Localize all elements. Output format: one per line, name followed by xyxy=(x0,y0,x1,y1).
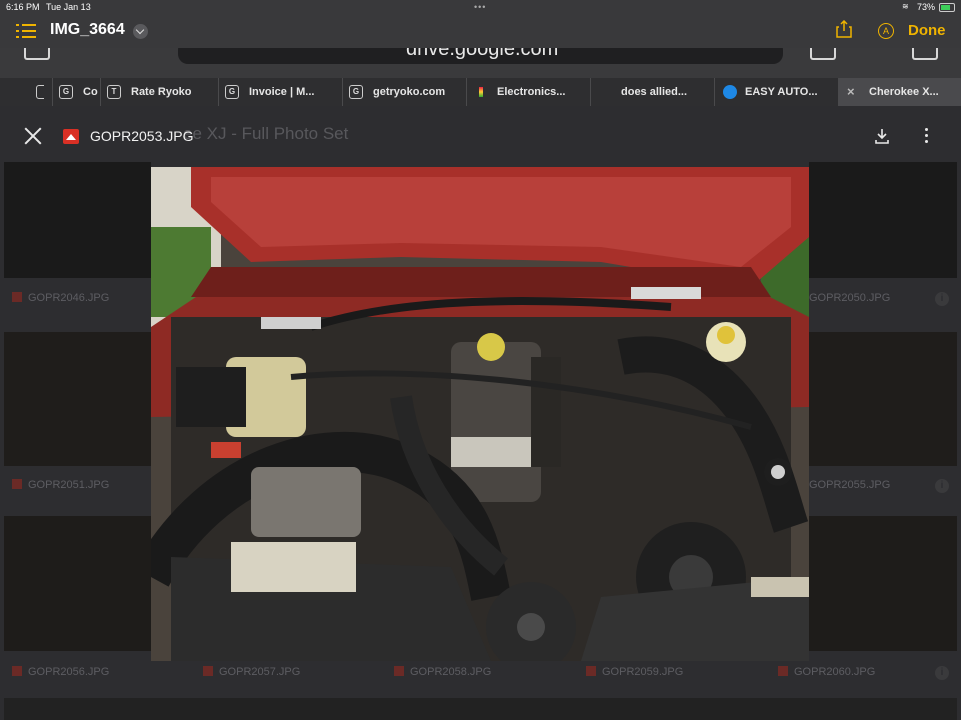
thumbnail[interactable] xyxy=(4,162,151,278)
tab-label: Co xyxy=(83,86,98,98)
thumbnail-caption[interactable]: GOPR2046.JPG xyxy=(12,292,109,304)
viewer-header: GOPR2053.JPG xyxy=(0,106,961,162)
multitask-dots-icon[interactable]: ••• xyxy=(474,2,486,12)
thumbnail[interactable] xyxy=(809,332,957,466)
tab-favicon xyxy=(479,87,483,97)
thumbnail-caption[interactable]: GOPR2060.JPG xyxy=(778,666,875,678)
thumbnail[interactable] xyxy=(809,516,957,651)
status-date: Tue Jan 13 xyxy=(46,2,91,12)
info-icon[interactable]: i xyxy=(935,666,949,680)
thumbnail-caption[interactable]: GOPR2057.JPG xyxy=(203,666,300,678)
thumbnail-caption[interactable]: GOPR2056.JPG xyxy=(12,666,109,678)
tab-overview-icon[interactable] xyxy=(810,48,836,60)
status-time: 6:16 PM xyxy=(6,2,40,12)
battery-icon xyxy=(939,3,955,12)
app-header: IMG_3664 A Done xyxy=(0,14,961,48)
tab-favicon: T xyxy=(107,85,121,99)
tab-item[interactable]: EASY AUTO... xyxy=(714,78,839,106)
tab-label: getryoko.com xyxy=(373,86,446,98)
tab-favicon xyxy=(723,85,737,99)
engine-bay-photo xyxy=(151,167,809,661)
more-vert-icon[interactable] xyxy=(925,128,929,144)
tab-label: does allied... xyxy=(621,86,688,98)
file-name: GOPR2053.JPG xyxy=(90,128,194,144)
tab-item[interactable]: G Invoice | M... xyxy=(218,78,343,106)
browser-toolbar: drive.google.com xyxy=(0,48,961,78)
chevron-down-icon[interactable] xyxy=(133,24,148,39)
new-tab-icon[interactable] xyxy=(912,48,938,60)
photo-viewer: ee XJ - Full Photo Set GOPR2046.JPG GOPR… xyxy=(0,106,961,720)
tab-label: Rate Ryoko xyxy=(131,86,192,98)
status-bar: 6:16 PM Tue Jan 13 ••• ≋ 73% xyxy=(0,0,961,14)
wifi-icon: ≋ xyxy=(902,2,909,11)
tab-label: Electronics... xyxy=(497,86,566,98)
tab-bar: G Co T Rate Ryoko G Invoice | M... Ggetryok… xyxy=(0,78,961,106)
thumbnail-caption[interactable]: GOPR2050.JPG xyxy=(809,292,890,304)
url-text: drive.google.com xyxy=(406,48,559,60)
tab-item[interactable]: G Co xyxy=(52,78,101,106)
tab-label: Cherokee X... xyxy=(869,86,939,98)
thumbnail-caption[interactable]: GOPR2055.JPG xyxy=(809,479,890,491)
thumbnail-caption[interactable]: GOPR2059.JPG xyxy=(586,666,683,678)
thumbnail-caption[interactable]: GOPR2051.JPG xyxy=(12,479,109,491)
thumbnail-caption[interactable]: GOPR2058.JPG xyxy=(394,666,491,678)
battery-percent: 73% xyxy=(917,2,936,12)
tab-item[interactable]: Electronics... xyxy=(466,78,591,106)
tab-item[interactable]: T Rate Ryoko xyxy=(100,78,219,106)
info-icon[interactable]: i xyxy=(935,292,949,306)
thumbnail-row xyxy=(4,698,957,720)
image-file-icon xyxy=(63,129,79,144)
document-title[interactable]: IMG_3664 xyxy=(50,21,125,39)
tab-item-active[interactable]: × Cherokee X... xyxy=(838,78,961,106)
tab-favicon: G xyxy=(225,85,239,99)
tab-label: EASY AUTO... xyxy=(745,86,818,98)
tab-favicon xyxy=(36,85,44,99)
share-icon[interactable] xyxy=(836,20,852,38)
tab-label: Invoice | M... xyxy=(249,86,315,98)
thumbnail[interactable] xyxy=(809,162,957,278)
tab-item[interactable]: Ggetryoko.com xyxy=(342,78,467,106)
done-button[interactable]: Done xyxy=(908,22,946,39)
tab-favicon: G xyxy=(59,85,73,99)
thumbnail[interactable] xyxy=(4,516,151,651)
tab-placeholder[interactable] xyxy=(0,78,44,106)
list-icon[interactable] xyxy=(16,24,36,38)
close-icon[interactable] xyxy=(24,127,42,145)
sidebar-toggle-icon[interactable] xyxy=(24,48,50,60)
info-icon[interactable]: i xyxy=(935,479,949,493)
tab-favicon: G xyxy=(349,85,363,99)
download-icon[interactable] xyxy=(874,128,890,144)
address-bar[interactable]: drive.google.com xyxy=(178,48,783,64)
tab-close-icon[interactable]: × xyxy=(847,84,855,99)
thumbnail[interactable] xyxy=(4,332,151,466)
tab-item[interactable]: does allied... xyxy=(590,78,715,106)
markup-icon[interactable]: A xyxy=(878,23,894,39)
